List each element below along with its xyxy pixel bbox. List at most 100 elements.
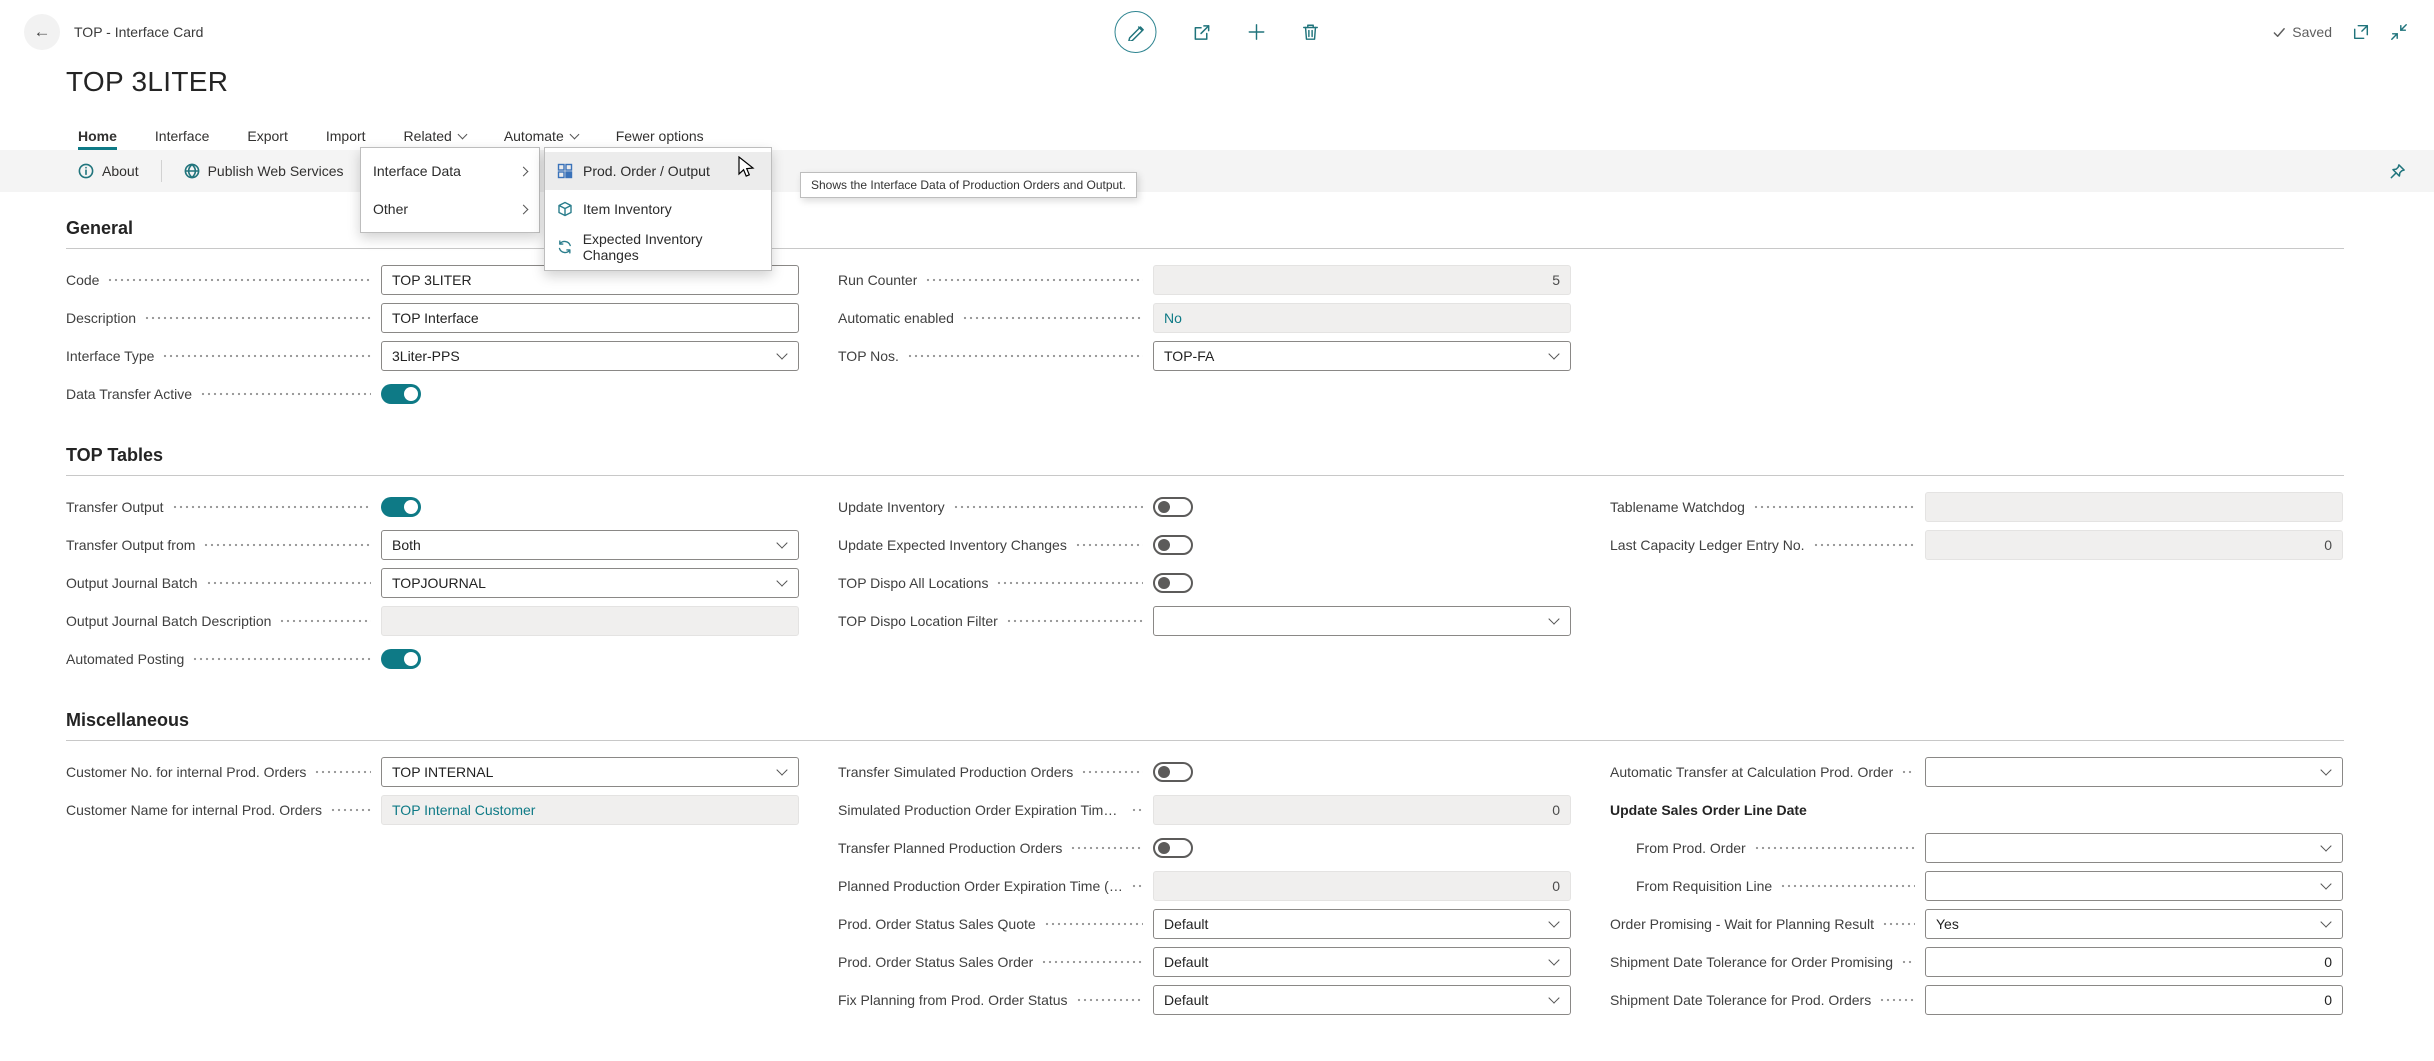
top-nos-value: TOP-FA — [1164, 348, 1214, 364]
dotted-leader — [1879, 981, 1915, 1019]
field-top-nos: TOP Nos. TOP-FA — [838, 337, 1571, 375]
menu-item-interface-data[interactable]: Interface Data — [361, 152, 539, 190]
misc-column-2: Transfer Simulated Production Orders Sim… — [838, 753, 1571, 1019]
dotted-leader — [279, 602, 371, 640]
field-automatic-enabled-label: Automatic enabled — [838, 310, 954, 326]
dotted-leader — [107, 261, 371, 299]
share-icon — [1193, 23, 1212, 42]
menu-item-prod-order-output-label: Prod. Order / Output — [583, 163, 710, 179]
breadcrumb[interactable]: TOP - Interface Card — [74, 24, 203, 40]
chevron-down-icon — [776, 764, 787, 775]
field-shipment-tol-promising-label: Shipment Date Tolerance for Order Promis… — [1610, 954, 1893, 970]
group-update-sales-order-line-date: Update Sales Order Line Date — [1610, 791, 2343, 829]
from-prod-order-select[interactable] — [1925, 833, 2343, 863]
dotted-leader — [1076, 981, 1143, 1019]
tab-fewer-options-label: Fewer options — [616, 128, 704, 144]
top-dispo-location-filter-select[interactable] — [1153, 606, 1571, 636]
field-code-label: Code — [66, 272, 99, 288]
check-icon — [2273, 26, 2286, 39]
misc-column-3: Automatic Transfer at Calculation Prod. … — [1610, 753, 2343, 1019]
field-from-requisition-line-label: From Requisition Line — [1610, 878, 1772, 894]
dotted-leader — [1813, 526, 1915, 564]
tab-automate-label: Automate — [504, 128, 564, 144]
menu-item-other[interactable]: Other — [361, 190, 539, 228]
pin-button[interactable] — [2389, 163, 2406, 180]
customer-no-select[interactable]: TOP INTERNAL — [381, 757, 799, 787]
back-button[interactable]: ← — [24, 14, 60, 50]
update-inventory-toggle[interactable] — [1153, 497, 1193, 517]
chevron-down-icon — [776, 575, 787, 586]
top-dispo-all-locations-toggle[interactable] — [1153, 573, 1193, 593]
tab-automate[interactable]: Automate — [504, 122, 578, 150]
tab-export-label: Export — [247, 128, 287, 144]
automated-posting-toggle[interactable] — [381, 649, 421, 669]
tab-fewer-options[interactable]: Fewer options — [616, 122, 704, 150]
field-status-sales-quote-label: Prod. Order Status Sales Quote — [838, 916, 1036, 932]
chevron-down-icon — [457, 129, 467, 139]
back-arrow-icon: ← — [34, 22, 51, 42]
auto-transfer-calc-select[interactable] — [1925, 757, 2343, 787]
field-update-expected-inventory-changes: Update Expected Inventory Changes — [838, 526, 1571, 564]
description-input[interactable] — [381, 303, 799, 333]
dotted-leader — [203, 526, 371, 564]
menu-item-interface-data-label: Interface Data — [373, 163, 461, 179]
status-sales-order-select[interactable]: Default — [1153, 947, 1571, 977]
transfer-output-toggle[interactable] — [381, 497, 421, 517]
tooltip: Shows the Interface Data of Production O… — [800, 172, 1137, 198]
field-tablename-watchdog: Tablename Watchdog — [1610, 488, 2343, 526]
dotted-leader — [1131, 791, 1143, 829]
pin-icon — [2389, 163, 2406, 180]
new-button[interactable] — [1248, 23, 1266, 41]
data-transfer-active-toggle[interactable] — [381, 384, 421, 404]
dotted-leader — [1131, 867, 1143, 905]
run-counter-value: 5 — [1153, 265, 1571, 295]
publish-web-services-label: Publish Web Services — [208, 163, 344, 179]
tab-interface[interactable]: Interface — [155, 122, 209, 150]
transfer-planned-toggle[interactable] — [1153, 838, 1193, 858]
publish-web-services-action[interactable]: Publish Web Services — [184, 163, 344, 179]
menu-item-expected-inventory-changes[interactable]: Expected Inventory Changes — [545, 228, 771, 266]
dotted-leader — [1081, 753, 1143, 791]
output-journal-batch-select[interactable]: TOPJOURNAL — [381, 568, 799, 598]
edit-button[interactable] — [1115, 11, 1157, 53]
update-expected-inventory-changes-toggle[interactable] — [1153, 535, 1193, 555]
transfer-output-from-select[interactable]: Both — [381, 530, 799, 560]
field-shipment-tol-orders-label: Shipment Date Tolerance for Prod. Orders — [1610, 992, 1871, 1008]
tab-related[interactable]: Related — [404, 122, 466, 150]
field-order-promising: Order Promising - Wait for Planning Resu… — [1610, 905, 2343, 943]
menu-item-item-inventory[interactable]: Item Inventory — [545, 190, 771, 228]
tab-export[interactable]: Export — [247, 122, 287, 150]
field-last-capacity-ledger-entry-no: Last Capacity Ledger Entry No. 0 — [1610, 526, 2343, 564]
misc-column-1: Customer No. for internal Prod. Orders T… — [66, 753, 799, 829]
interface-type-select[interactable]: 3Liter-PPS — [381, 341, 799, 371]
dotted-leader — [907, 337, 1143, 375]
field-from-requisition-line: From Requisition Line — [1610, 867, 2343, 905]
field-transfer-output: Transfer Output — [66, 488, 799, 526]
status-sales-quote-select[interactable]: Default — [1153, 909, 1571, 939]
open-in-new-window-button[interactable] — [2352, 23, 2370, 41]
group-update-sales-order-line-date-label: Update Sales Order Line Date — [1610, 802, 1807, 818]
transfer-simulated-toggle[interactable] — [1153, 762, 1193, 782]
tab-home[interactable]: Home — [78, 122, 117, 150]
fix-planning-select[interactable]: Default — [1153, 985, 1571, 1015]
chevron-down-icon — [2320, 764, 2331, 775]
ribbon-divider — [161, 160, 162, 182]
from-requisition-line-select[interactable] — [1925, 871, 2343, 901]
order-promising-value: Yes — [1936, 916, 1959, 932]
delete-button[interactable] — [1302, 23, 1320, 41]
tab-import[interactable]: Import — [326, 122, 366, 150]
top-nos-select[interactable]: TOP-FA — [1153, 341, 1571, 371]
dotted-leader — [1882, 905, 1915, 943]
tab-home-label: Home — [78, 128, 117, 144]
section-miscellaneous-heading: Miscellaneous — [66, 710, 2344, 741]
order-promising-select[interactable]: Yes — [1925, 909, 2343, 939]
about-action[interactable]: About — [78, 163, 139, 179]
shipment-tol-promising-input[interactable] — [1925, 947, 2343, 977]
collapse-button[interactable] — [2390, 23, 2408, 41]
share-button[interactable] — [1193, 23, 1212, 42]
field-data-transfer-active-label: Data Transfer Active — [66, 386, 192, 402]
menu-item-expected-inventory-changes-label: Expected Inventory Changes — [583, 231, 759, 263]
customer-name-value: TOP Internal Customer — [381, 795, 799, 825]
shipment-tol-orders-input[interactable] — [1925, 985, 2343, 1015]
tab-related-label: Related — [404, 128, 452, 144]
